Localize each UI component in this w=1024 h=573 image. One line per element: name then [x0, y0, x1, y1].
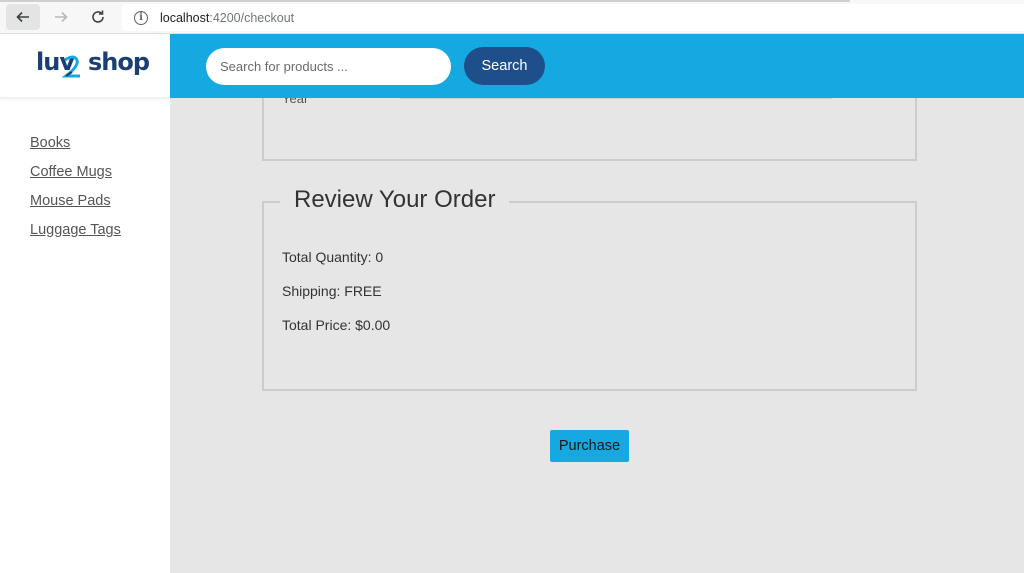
search-input[interactable] — [206, 48, 451, 85]
total-price: Total Price: $0.00 — [282, 317, 391, 333]
sidebar-item-books: Books — [30, 134, 121, 151]
review-order-section: Review Your Order Total Quantity: 0 Ship… — [262, 186, 917, 391]
sidebar-link-mouse-pads[interactable]: Mouse Pads — [30, 193, 111, 209]
purchase-button[interactable]: Purchase — [550, 430, 629, 462]
reload-button[interactable] — [81, 4, 115, 30]
sidebar-link-books[interactable]: Books — [30, 135, 70, 151]
logo-swoosh-icon — [62, 55, 80, 78]
category-menu: Books Coffee Mugs Mouse Pads Luggage Tag… — [30, 134, 121, 250]
total-quantity: Total Quantity: 0 — [282, 249, 384, 265]
sidebar-item-luggage-tags: Luggage Tags — [30, 221, 121, 238]
forward-button[interactable] — [44, 4, 78, 30]
back-button[interactable] — [6, 4, 40, 30]
sidebar: luv shop Books Coffee Mugs Mouse Pads Lug… — [0, 34, 170, 573]
address-bar[interactable]: i localhost:4200/checkout — [122, 4, 1024, 31]
browser-toolbar: i localhost:4200/checkout — [0, 0, 1024, 34]
top-header: Search — [170, 34, 1024, 98]
sidebar-link-luggage-tags[interactable]: Luggage Tags — [30, 222, 121, 238]
arrow-right-icon — [55, 11, 68, 23]
sidebar-link-coffee-mugs[interactable]: Coffee Mugs — [30, 164, 112, 180]
url-text: localhost:4200/checkout — [160, 10, 295, 25]
brand-area: luv shop — [0, 34, 170, 98]
logo[interactable]: luv shop — [36, 48, 150, 78]
sidebar-item-mouse-pads: Mouse Pads — [30, 192, 121, 209]
sidebar-item-coffee-mugs: Coffee Mugs — [30, 163, 121, 180]
page-load-indicator — [0, 0, 850, 2]
expiration-year-select[interactable] — [400, 98, 832, 99]
review-order-title: Review Your Order — [280, 186, 510, 214]
search-button[interactable]: Search — [464, 47, 545, 85]
arrow-left-icon — [16, 11, 29, 23]
reload-icon — [92, 10, 104, 23]
shipping-cost: Shipping: FREE — [282, 283, 382, 299]
info-icon[interactable]: i — [134, 10, 148, 25]
credit-card-fieldset — [262, 98, 917, 161]
